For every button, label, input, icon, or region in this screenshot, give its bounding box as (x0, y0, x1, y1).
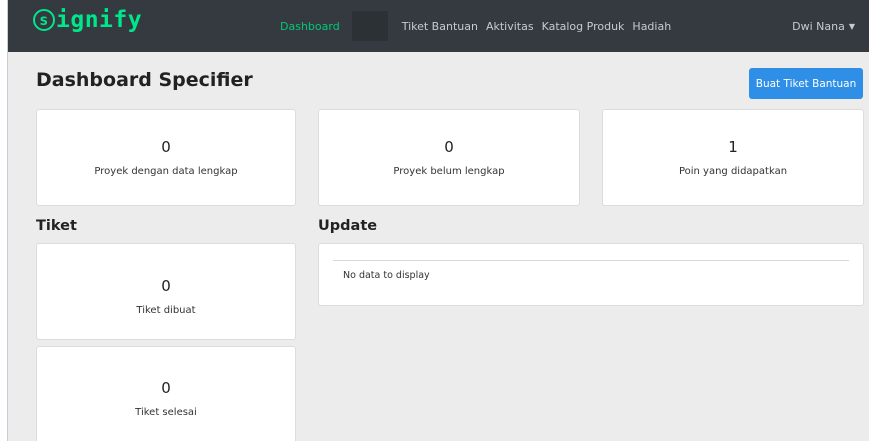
update-empty-message: No data to display (343, 270, 430, 281)
stat-card-incomplete-projects: 0 Proyek belum lengkap (318, 109, 580, 206)
stat-value: 0 (161, 138, 171, 156)
stat-label: Poin yang didapatkan (678, 166, 788, 177)
app-frame: s ignify Dashboard Tiket Bantuan Aktivit… (8, 0, 869, 441)
stat-label: Proyek dengan data lengkap (94, 166, 238, 177)
brand-logo[interactable]: s ignify (33, 7, 142, 33)
nav-katalog-produk[interactable]: Katalog Produk (538, 20, 629, 33)
nav-hadiah[interactable]: Hadiah (628, 20, 675, 33)
stat-value: 0 (161, 277, 171, 295)
stat-card-points: 1 Poin yang didapatkan (602, 109, 864, 206)
stat-value: 0 (161, 378, 171, 397)
update-section-title: Update (318, 218, 378, 234)
caret-down-icon: ▼ (848, 21, 855, 31)
page-title: Dashboard Specifier (36, 69, 253, 91)
nav-aktivitas[interactable]: Aktivitas (482, 20, 538, 33)
update-divider (333, 260, 849, 261)
stat-value: 1 (728, 138, 738, 156)
tiket-created-card: 0 Tiket dibuat (36, 243, 296, 340)
tiket-finished-card: 0 Tiket selesai (36, 346, 296, 441)
stat-label: Tiket dibuat (136, 305, 196, 316)
nav-dashboard[interactable]: Dashboard (276, 20, 344, 33)
nav-tiket-bantuan[interactable]: Tiket Bantuan (398, 20, 482, 33)
user-menu[interactable]: Dwi Nana ▼ (792, 0, 855, 52)
create-ticket-button[interactable]: Buat Tiket Bantuan (749, 68, 863, 99)
stat-card-complete-projects: 0 Proyek dengan data lengkap (36, 109, 296, 206)
user-name: Dwi Nana (792, 19, 845, 33)
stat-value: 0 (444, 138, 454, 156)
stat-label: Tiket selesai (135, 406, 197, 418)
navbar: s ignify Dashboard Tiket Bantuan Aktivit… (8, 0, 869, 52)
nav-placeholder (351, 11, 388, 41)
update-card: No data to display (318, 243, 864, 306)
brand-name: ignify (56, 7, 143, 33)
stat-label: Proyek belum lengkap (393, 166, 505, 177)
tiket-section-title: Tiket (36, 218, 77, 234)
brand-s-circle: s (33, 9, 55, 31)
nav-links: Dashboard Tiket Bantuan Aktivitas Katalo… (276, 0, 675, 52)
